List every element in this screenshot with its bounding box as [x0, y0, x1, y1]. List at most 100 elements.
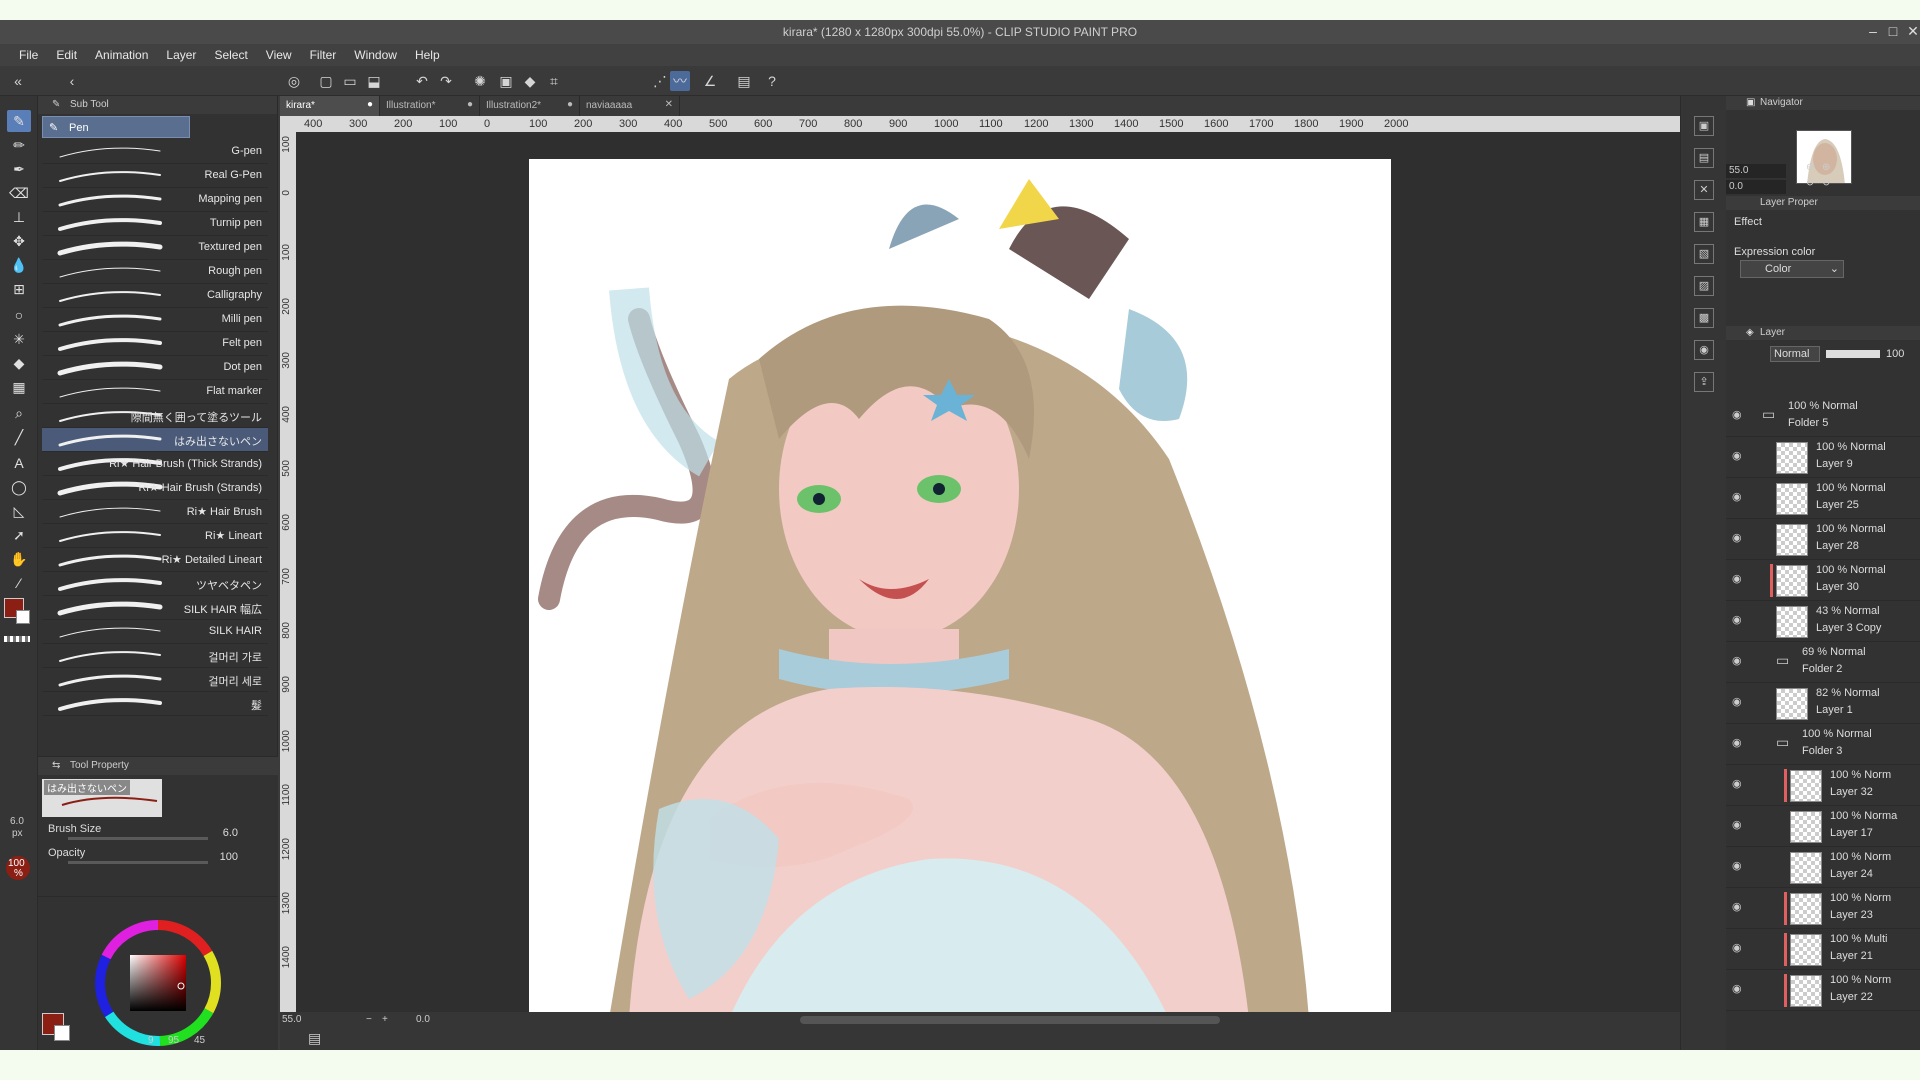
menu-edit[interactable]: Edit [47, 44, 86, 66]
expression-color-select[interactable]: Color ⌄ [1740, 260, 1844, 278]
close-icon[interactable]: ✕ [1904, 22, 1920, 40]
tab-close-icon[interactable]: ● [567, 99, 573, 110]
fill-icon[interactable]: ◆ [520, 71, 540, 91]
brush-row[interactable]: 걸머리 세로 [42, 668, 268, 692]
menu-view[interactable]: View [257, 44, 301, 66]
brush-row[interactable]: Milli pen [42, 308, 268, 332]
clip-studio-icon[interactable]: ◎ [284, 71, 304, 91]
brush-row[interactable]: 걸머리 가로 [42, 644, 268, 668]
menu-window[interactable]: Window [345, 44, 406, 66]
close-panel-icon[interactable]: ✕ [1694, 180, 1714, 200]
transparent-color-swatch[interactable] [4, 636, 30, 642]
arrow-left-icon[interactable]: ‹ [62, 71, 82, 91]
snap-ruler-icon[interactable]: ⋰ [650, 71, 670, 91]
brush-row[interactable]: Mapping pen [42, 188, 268, 212]
brush-row[interactable]: G-pen [42, 140, 268, 164]
eye-icon[interactable]: ◉ [1732, 859, 1742, 872]
horizontal-scrollbar[interactable] [800, 1016, 1220, 1024]
sub-color-large[interactable] [54, 1025, 70, 1041]
eye-icon[interactable]: ◉ [1732, 572, 1742, 585]
help-icon[interactable]: ? [762, 71, 782, 91]
brush-row[interactable]: 隙間無く囲って塗るツール [42, 404, 268, 428]
layer-folder-row[interactable]: ◉ ▭ 100 % Normal Folder 3 [1726, 724, 1920, 765]
history-icon[interactable]: ▦ [1694, 212, 1714, 232]
eye-icon[interactable]: ◉ [1732, 695, 1742, 708]
nav-rotate-left-icon[interactable]: ↺ [1806, 178, 1814, 189]
eye-icon[interactable]: ◉ [1732, 941, 1742, 954]
layer-opacity-slider[interactable] [1826, 350, 1880, 358]
menu-animation[interactable]: Animation [86, 44, 157, 66]
minimize-icon[interactable]: – [1864, 22, 1882, 40]
snap-grid-icon[interactable]: ∠ [700, 71, 720, 91]
brush-row[interactable]: Flat marker [42, 380, 268, 404]
gradient-tool-icon[interactable]: ▦ [7, 376, 31, 398]
eyedropper-tool-icon[interactable]: ⁄ [7, 572, 31, 594]
brush-row[interactable]: Ri★ Lineart [42, 524, 268, 548]
menu-filter[interactable]: Filter [301, 44, 346, 66]
nav-rotate-right-icon[interactable]: ↻ [1822, 178, 1830, 189]
sub-view-icon[interactable]: ▨ [1694, 276, 1714, 296]
transform-icon[interactable]: ⌗ [544, 71, 564, 91]
brush-row[interactable]: SILK HAIR [42, 620, 268, 644]
layer-row[interactable]: ◉ 100 % Norm Layer 23 [1726, 888, 1920, 929]
eye-icon[interactable]: ◉ [1732, 900, 1742, 913]
eye-icon[interactable]: ◉ [1732, 449, 1742, 462]
line-tool-icon[interactable]: ╱ [7, 426, 31, 448]
blend-mode-select[interactable]: Normal [1770, 346, 1820, 362]
nav-zoom-out-icon[interactable]: ⊖ [1806, 162, 1814, 173]
brush-row[interactable]: Ri★ Detailed Lineart [42, 548, 268, 572]
brush-tool-icon[interactable]: ✒ [7, 158, 31, 180]
zoom-in-icon[interactable]: + [382, 1014, 388, 1025]
blend-tool-icon[interactable]: 💧 [7, 254, 31, 276]
zoom-out-icon[interactable]: − [366, 1014, 372, 1025]
opacity-row[interactable]: Opacity 100 [48, 847, 268, 867]
auto-action-icon[interactable]: ▧ [1694, 244, 1714, 264]
layer-folder-row[interactable]: ◉ ▭ 69 % Normal Folder 2 [1726, 642, 1920, 683]
save-icon[interactable]: ⬓ [364, 71, 384, 91]
camera-icon[interactable]: ◉ [1694, 340, 1714, 360]
tab-close-icon[interactable]: ● [367, 99, 373, 110]
eye-icon[interactable]: ◉ [1732, 818, 1742, 831]
layer-row[interactable]: ◉ 100 % Normal Layer 9 [1726, 437, 1920, 478]
lasso-tool-icon[interactable]: ○ [7, 304, 31, 326]
eye-icon[interactable]: ◉ [1732, 408, 1742, 421]
eye-icon[interactable]: ◉ [1732, 531, 1742, 544]
tablet-icon[interactable]: ▤ [734, 71, 754, 91]
brush-size-slider[interactable] [68, 837, 208, 840]
frame-tool-icon[interactable]: ◺ [7, 500, 31, 522]
layer-folder-row[interactable]: ◉ ▭ 100 % Normal Folder 5 [1726, 396, 1920, 437]
eye-icon[interactable]: ◉ [1732, 982, 1742, 995]
clear-icon[interactable]: ▣ [496, 71, 516, 91]
mesh-tool-icon[interactable]: ⊞ [7, 278, 31, 300]
brush-row[interactable]: SILK HAIR 幅広 [42, 596, 268, 620]
panel-toggle-icon[interactable]: ▤ [308, 1030, 321, 1047]
menu-select[interactable]: Select [205, 44, 256, 66]
fill-tool-icon[interactable]: ◆ [7, 352, 31, 374]
color-wheel[interactable] [88, 913, 228, 1050]
navigator-zoom-field[interactable]: 55.0 [1726, 164, 1786, 178]
collapse-left-icon[interactable]: « [8, 71, 28, 91]
eraser-tool-icon[interactable]: ⌫ [7, 182, 31, 204]
layer-row[interactable]: ◉ 43 % Normal Layer 3 Copy [1726, 601, 1920, 642]
pen-tool-icon[interactable]: ✎ [7, 110, 31, 132]
eye-icon[interactable]: ◉ [1732, 613, 1742, 626]
animation-icon[interactable]: ▩ [1694, 308, 1714, 328]
nav-zoom-in-icon[interactable]: ⊕ [1822, 162, 1830, 173]
layer-row[interactable]: ◉ 100 % Norm Layer 24 [1726, 847, 1920, 888]
folder-icon[interactable]: ▭ [1776, 734, 1796, 750]
brush-row[interactable]: ツヤベタペン [42, 572, 268, 596]
brush-size-row[interactable]: Brush Size 6.0 [48, 823, 268, 843]
sub-tool-group-pen[interactable]: ✎ Pen [42, 116, 190, 138]
hand-tool-icon[interactable]: ✋ [7, 548, 31, 570]
canvas-zoom-value[interactable]: 55.0 [282, 1014, 301, 1025]
brush-row[interactable]: Turnip pen [42, 212, 268, 236]
export-icon[interactable]: ⇪ [1694, 372, 1714, 392]
layer-row[interactable]: ◉ 100 % Normal Layer 25 [1726, 478, 1920, 519]
canvas-angle-value[interactable]: 0.0 [416, 1014, 430, 1025]
brush-row[interactable]: Ri★ Hair Brush (Strands) [42, 476, 268, 500]
material-icon[interactable]: ▣ [1694, 116, 1714, 136]
brush-row[interactable]: Calligraphy [42, 284, 268, 308]
eye-icon[interactable]: ◉ [1732, 736, 1742, 749]
brush-row[interactable]: はみ出さないペン [42, 428, 268, 452]
loading-icon[interactable]: ✺ [470, 71, 490, 91]
